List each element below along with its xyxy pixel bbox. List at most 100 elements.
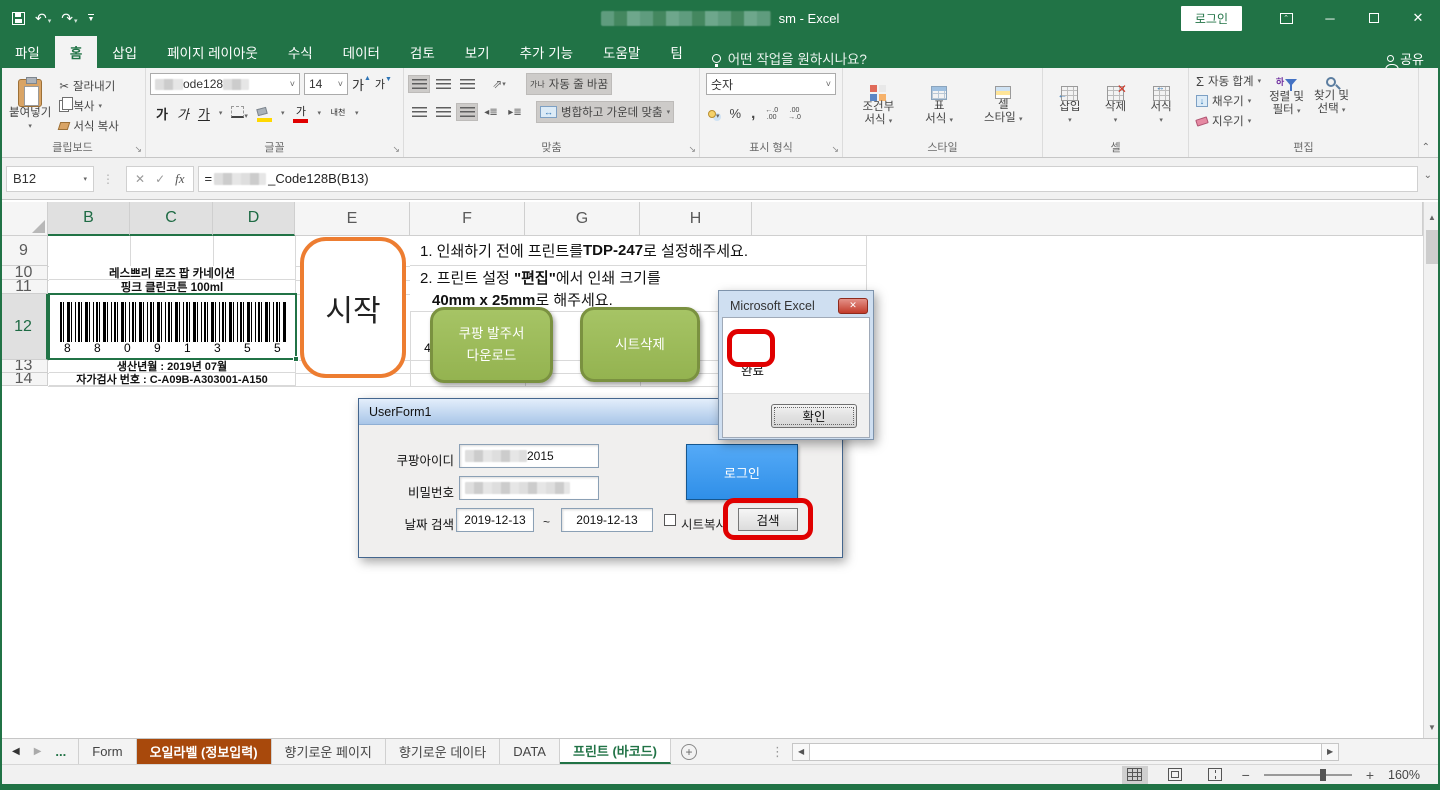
scroll-down-icon[interactable]: ▼: [1425, 720, 1439, 735]
delete-cells-button[interactable]: ✕ 삭제▾: [1100, 83, 1131, 130]
row-header-13[interactable]: 13: [0, 360, 48, 373]
zoom-slider-thumb[interactable]: [1320, 769, 1326, 781]
start-shape-button[interactable]: 시작: [300, 237, 406, 378]
minimize-button[interactable]: ─: [1308, 0, 1352, 36]
sheet-tab-print-barcode[interactable]: 프린트 (바코드): [560, 739, 671, 764]
merge-center-button[interactable]: ↔ 병합하고 가운데 맞춤 ▾: [536, 101, 674, 123]
userform-login-button[interactable]: 로그인: [686, 444, 798, 500]
dialog-launcher-icon[interactable]: ↘: [134, 144, 142, 155]
selected-cell-b12[interactable]: 8 8 0 9 1 3 5 5 6 8 4 2 4: [48, 293, 297, 360]
increase-font-button[interactable]: 가▲: [352, 75, 371, 94]
fill-handle[interactable]: [293, 356, 299, 362]
increase-indent-button[interactable]: ▸≣: [504, 103, 526, 121]
coupang-download-button[interactable]: 쿠팡 발주서다운로드: [430, 307, 553, 383]
msgbox-ok-button[interactable]: 확인: [771, 404, 857, 428]
scroll-up-icon[interactable]: ▲: [1425, 210, 1439, 225]
redo-button[interactable]: ↷▾: [61, 11, 77, 26]
cancel-icon[interactable]: ✕: [135, 172, 145, 186]
font-name-combo[interactable]: ode128 ˅: [150, 73, 300, 95]
align-left-button[interactable]: [408, 103, 430, 121]
row-header-11[interactable]: 11: [0, 280, 48, 294]
row-header-12[interactable]: 12: [0, 294, 48, 360]
tab-view[interactable]: 보기: [450, 36, 505, 68]
coupang-id-input[interactable]: 2015: [459, 444, 599, 468]
tab-formulas[interactable]: 수식: [273, 36, 328, 68]
scroll-left-icon[interactable]: ◀: [792, 743, 810, 761]
date-from-input[interactable]: 2019-12-13: [456, 508, 534, 532]
decrease-font-button[interactable]: 가▼: [375, 76, 392, 92]
tab-scroll-right-icon[interactable]: ▶: [34, 746, 42, 757]
sheet-tab-page[interactable]: 향기로운 페이지: [272, 739, 386, 764]
msgbox-close-button[interactable]: ✕: [838, 298, 868, 314]
column-header-f[interactable]: F: [410, 202, 525, 236]
column-header-g[interactable]: G: [525, 202, 640, 236]
tab-page-layout[interactable]: 페이지 레이아웃: [152, 36, 273, 68]
tab-file[interactable]: 파일: [0, 36, 55, 68]
zoom-level[interactable]: 160%: [1388, 768, 1420, 782]
format-cells-button[interactable]: ↔ 서식▾: [1146, 83, 1177, 130]
column-header-h[interactable]: H: [640, 202, 752, 236]
number-format-combo[interactable]: 숫자˅: [706, 73, 836, 95]
tab-scroll-left-icon[interactable]: ◀: [12, 746, 20, 757]
align-top-button[interactable]: [408, 75, 430, 93]
borders-button[interactable]: ▾: [231, 106, 248, 121]
horizontal-scrollbar[interactable]: ◀ ▶: [792, 743, 1339, 761]
cell-product-sub[interactable]: 핑크 클린코튼 100ml: [49, 280, 295, 294]
tab-home[interactable]: 홈: [55, 36, 97, 68]
column-header-d[interactable]: D: [213, 202, 295, 236]
cut-button[interactable]: ✂잘라내기: [56, 76, 122, 96]
percent-style-button[interactable]: %: [730, 106, 742, 121]
decrease-decimal-button[interactable]: .00 →.0: [788, 107, 801, 121]
zoom-in-button[interactable]: +: [1366, 767, 1374, 783]
cell-styles-button[interactable]: 셀스타일 ▾: [979, 83, 1027, 129]
sheet-tab-oillabel[interactable]: 오일라벨 (정보입력): [137, 739, 272, 764]
tab-help[interactable]: 도움말: [588, 36, 655, 68]
copy-button[interactable]: 복사▾: [56, 96, 122, 116]
phonetic-button[interactable]: 내천: [330, 109, 346, 117]
select-all-corner[interactable]: [0, 202, 48, 236]
ribbon-display-options-button[interactable]: ⌃: [1264, 0, 1308, 36]
name-box[interactable]: B12▾: [6, 166, 94, 192]
tab-addins[interactable]: 추가 기능: [505, 36, 588, 68]
share-button[interactable]: 공유: [1387, 49, 1440, 68]
tab-overflow-ellipsis[interactable]: ...: [55, 744, 66, 759]
font-size-combo[interactable]: 14˅: [304, 73, 348, 95]
scroll-right-icon[interactable]: ▶: [1321, 743, 1339, 761]
vertical-scrollbar-thumb[interactable]: [1426, 230, 1438, 264]
align-middle-button[interactable]: [432, 75, 454, 93]
maximize-button[interactable]: [1352, 0, 1396, 36]
align-bottom-button[interactable]: [456, 75, 478, 93]
sheet-tab-data[interactable]: DATA: [500, 739, 560, 764]
dialog-launcher-icon[interactable]: ↘: [688, 144, 696, 155]
new-sheet-icon[interactable]: +: [681, 744, 697, 760]
italic-button[interactable]: 가: [177, 104, 189, 123]
save-icon[interactable]: [12, 12, 25, 25]
column-header-e[interactable]: E: [295, 202, 410, 236]
autosum-button[interactable]: Σ자동 합계▾: [1193, 71, 1264, 91]
decrease-indent-button[interactable]: ◂≣: [480, 103, 502, 121]
row-header-10[interactable]: 10: [0, 266, 48, 280]
date-to-input[interactable]: 2019-12-13: [561, 508, 653, 532]
enter-icon[interactable]: ✓: [155, 172, 165, 186]
tab-insert[interactable]: 삽입: [97, 36, 152, 68]
sheet-delete-button[interactable]: 시트삭제: [580, 307, 700, 382]
find-select-button[interactable]: 찾기 및선택 ▾: [1309, 71, 1354, 120]
tab-team[interactable]: 팀: [655, 36, 697, 68]
cell-inspection-no[interactable]: 자가검사 번호 : C-A09B-A303001-A150: [49, 373, 295, 386]
fill-color-button[interactable]: [257, 104, 272, 122]
accounting-format-button[interactable]: ▾: [708, 107, 720, 121]
qat-customize-icon[interactable]: ▼: [88, 14, 95, 23]
sheet-tab-form[interactable]: Form: [78, 739, 136, 764]
paste-button[interactable]: 붙여넣기 ▾: [4, 76, 56, 136]
login-account-button[interactable]: 로그인: [1181, 6, 1242, 31]
format-painter-button[interactable]: 서식 복사: [56, 116, 122, 136]
format-as-table-button[interactable]: 표서식 ▾: [920, 83, 958, 130]
underline-button[interactable]: 가: [198, 104, 210, 123]
wrap-text-button[interactable]: 가나 자동 줄 바꿈: [526, 73, 612, 95]
align-right-button[interactable]: [456, 103, 478, 121]
page-layout-view-button[interactable]: [1162, 766, 1188, 784]
clear-button[interactable]: 지우기▾: [1193, 111, 1264, 131]
page-break-view-button[interactable]: [1202, 766, 1228, 784]
msgbox-title-bar[interactable]: Microsoft Excel ✕: [722, 294, 870, 317]
expand-formula-bar-icon[interactable]: ⌄: [1424, 170, 1432, 181]
